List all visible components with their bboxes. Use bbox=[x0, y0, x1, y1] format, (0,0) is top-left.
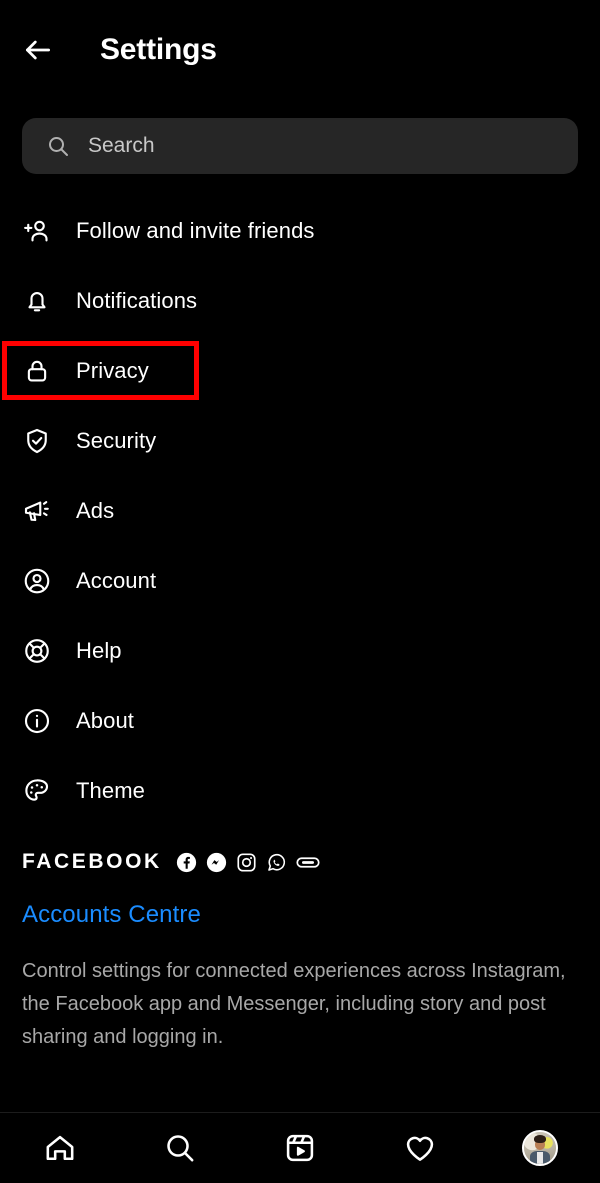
menu-item-label: Theme bbox=[76, 778, 145, 803]
facebook-brand-icons bbox=[176, 852, 320, 873]
settings-menu: Follow and invite friends Notifications … bbox=[0, 196, 600, 826]
menu-item-notifications[interactable]: Notifications bbox=[0, 266, 600, 336]
whatsapp-icon bbox=[266, 852, 287, 873]
facebook-description: Control settings for connected experienc… bbox=[22, 960, 566, 1048]
search-icon bbox=[167, 1135, 194, 1162]
palette-icon bbox=[22, 776, 52, 806]
facebook-heading-row: FACEBOOK bbox=[22, 845, 578, 879]
menu-item-label: Account bbox=[76, 568, 157, 593]
oculus-icon bbox=[296, 852, 320, 873]
facebook-heading: FACEBOOK bbox=[22, 850, 162, 873]
info-circle-icon bbox=[22, 706, 52, 736]
nav-activity[interactable] bbox=[390, 1118, 450, 1178]
nav-profile[interactable] bbox=[510, 1118, 570, 1178]
search-bar[interactable]: Search bbox=[22, 118, 578, 174]
facebook-section: FACEBOOK Accounts Centre Control setting… bbox=[22, 845, 578, 1054]
person-add-icon bbox=[22, 216, 52, 246]
lifebuoy-icon bbox=[22, 636, 52, 666]
menu-item-label: Follow and invite friends bbox=[76, 218, 315, 243]
user-circle-icon bbox=[22, 566, 52, 596]
instagram-icon bbox=[236, 852, 257, 873]
bell-icon bbox=[22, 286, 52, 316]
bottom-navigation bbox=[0, 1112, 600, 1183]
menu-item-security[interactable]: Security bbox=[0, 406, 600, 476]
menu-item-account[interactable]: Account bbox=[0, 546, 600, 616]
facebook-icon bbox=[176, 852, 197, 873]
header: Settings bbox=[0, 0, 600, 100]
nav-home[interactable] bbox=[30, 1118, 90, 1178]
menu-item-label: Help bbox=[76, 638, 122, 663]
accounts-centre-link[interactable]: Accounts Centre bbox=[22, 901, 578, 929]
menu-item-label: Security bbox=[76, 428, 157, 453]
settings-screen: Settings Search Follow and invite friend… bbox=[0, 0, 600, 1183]
reels-icon bbox=[286, 1134, 314, 1162]
shield-check-icon bbox=[22, 426, 52, 456]
menu-item-label: Privacy bbox=[76, 358, 149, 383]
menu-item-label: Notifications bbox=[76, 288, 198, 313]
menu-item-ads[interactable]: Ads bbox=[0, 476, 600, 546]
menu-item-about[interactable]: About bbox=[0, 686, 600, 756]
profile-avatar[interactable] bbox=[522, 1130, 558, 1166]
nav-search[interactable] bbox=[150, 1118, 210, 1178]
page-title: Settings bbox=[100, 33, 217, 66]
menu-item-label: About bbox=[76, 708, 134, 733]
search-icon bbox=[49, 137, 68, 156]
back-button[interactable] bbox=[16, 28, 60, 72]
menu-item-theme[interactable]: Theme bbox=[0, 756, 600, 826]
menu-item-help[interactable]: Help bbox=[0, 616, 600, 686]
menu-item-privacy[interactable]: Privacy bbox=[0, 336, 600, 406]
search-input[interactable]: Search bbox=[88, 134, 155, 158]
menu-item-follow-and-invite-friends[interactable]: Follow and invite friends bbox=[0, 196, 600, 266]
search-box[interactable]: Search bbox=[22, 118, 578, 174]
heart-icon bbox=[406, 1136, 434, 1161]
arrow-left-icon bbox=[26, 40, 50, 60]
menu-item-label: Ads bbox=[76, 498, 115, 523]
home-icon bbox=[46, 1135, 74, 1161]
messenger-icon bbox=[206, 852, 227, 873]
nav-reels[interactable] bbox=[270, 1118, 330, 1178]
lock-icon bbox=[22, 356, 52, 386]
megaphone-icon bbox=[22, 496, 52, 526]
